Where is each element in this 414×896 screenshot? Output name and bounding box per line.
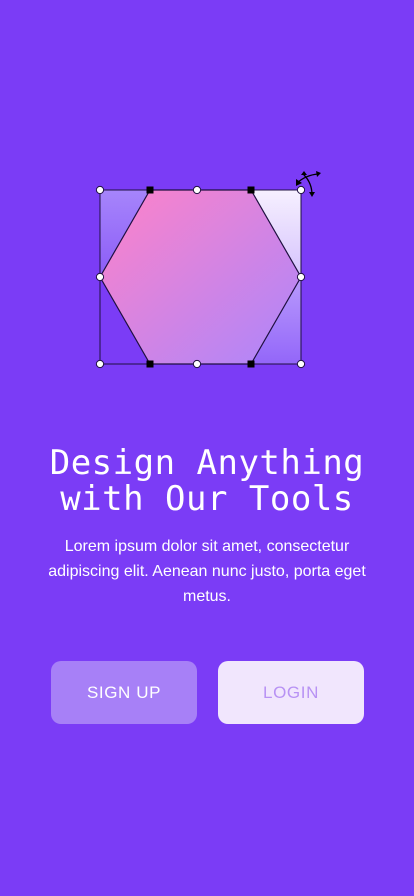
sign-up-button[interactable]: SIGN UP [51, 661, 197, 724]
login-button[interactable]: LOGIN [218, 661, 364, 724]
vertex-handle-top-right[interactable] [247, 186, 255, 194]
handle-bottom-right[interactable] [296, 359, 306, 369]
handle-bottom-left[interactable] [95, 359, 105, 369]
description-text: Lorem ipsum dolor sit amet, consectetur … [48, 538, 366, 605]
vertex-handle-bottom-left[interactable] [146, 360, 154, 368]
title-line-1: Design Anything [49, 443, 365, 483]
handle-top-right[interactable] [296, 185, 306, 195]
handle-top-middle[interactable] [192, 185, 202, 195]
page-title: Design Anything with Our Tools [0, 445, 414, 517]
handle-bottom-middle[interactable] [192, 359, 202, 369]
title-line-2: with Our Tools [60, 479, 354, 519]
vertex-handle-top-left[interactable] [146, 186, 154, 194]
bounding-box-group [95, 171, 321, 369]
handle-middle-left[interactable] [95, 272, 105, 282]
handle-top-left[interactable] [95, 185, 105, 195]
hexagon-illustration [90, 165, 330, 375]
vertex-handle-bottom-right[interactable] [247, 360, 255, 368]
handle-middle-right[interactable] [296, 272, 306, 282]
